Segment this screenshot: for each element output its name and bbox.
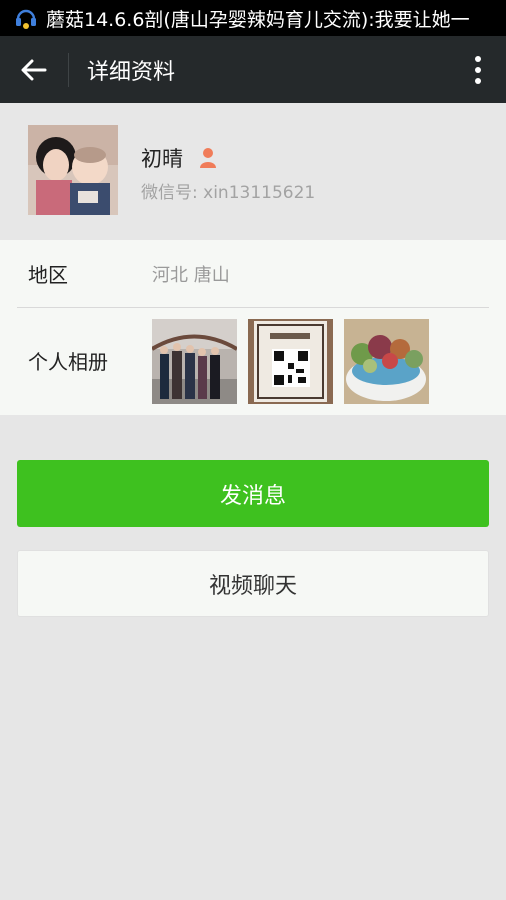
album-photo-group[interactable] [152, 319, 237, 404]
contact-name: 初晴 [141, 147, 183, 171]
send-message-button[interactable]: 发消息 [17, 460, 489, 527]
name-row: 初晴 [141, 143, 217, 173]
album-row[interactable]: 个人相册 [0, 307, 506, 414]
region-label: 地区 [28, 263, 68, 287]
album-label: 个人相册 [28, 350, 108, 374]
info-block: 地区 河北 唐山 个人相册 [0, 240, 506, 415]
more-button[interactable] [450, 36, 506, 103]
arrow-left-icon [21, 59, 47, 80]
album-thumbnails [152, 319, 429, 404]
toolbar: 详细资料 [0, 36, 506, 103]
region-value: 河北 唐山 [152, 264, 230, 286]
notification-headset-icon [16, 9, 36, 29]
status-bar: 蘑菇14.6.6剖(唐山孕婴辣妈育儿交流):我要让她一 [0, 0, 506, 36]
back-button[interactable] [0, 36, 68, 103]
avatar-photo [28, 125, 118, 215]
video-chat-button[interactable]: 视频聊天 [17, 550, 489, 617]
toolbar-divider [68, 52, 69, 87]
female-icon [200, 148, 216, 168]
status-notification-text: 蘑菇14.6.6剖(唐山孕婴辣妈育儿交流):我要让她一 [46, 8, 470, 31]
more-vertical-icon [475, 55, 481, 84]
wechat-id: 微信号: xin13115621 [141, 183, 316, 203]
album-photo-qrcode[interactable] [248, 319, 333, 404]
region-row: 地区 河北 唐山 [0, 240, 506, 308]
page-title: 详细资料 [87, 59, 176, 85]
avatar[interactable] [28, 125, 118, 215]
album-photo-succulents[interactable] [344, 319, 429, 404]
profile-card: 初晴 微信号: xin13115621 [0, 103, 506, 240]
